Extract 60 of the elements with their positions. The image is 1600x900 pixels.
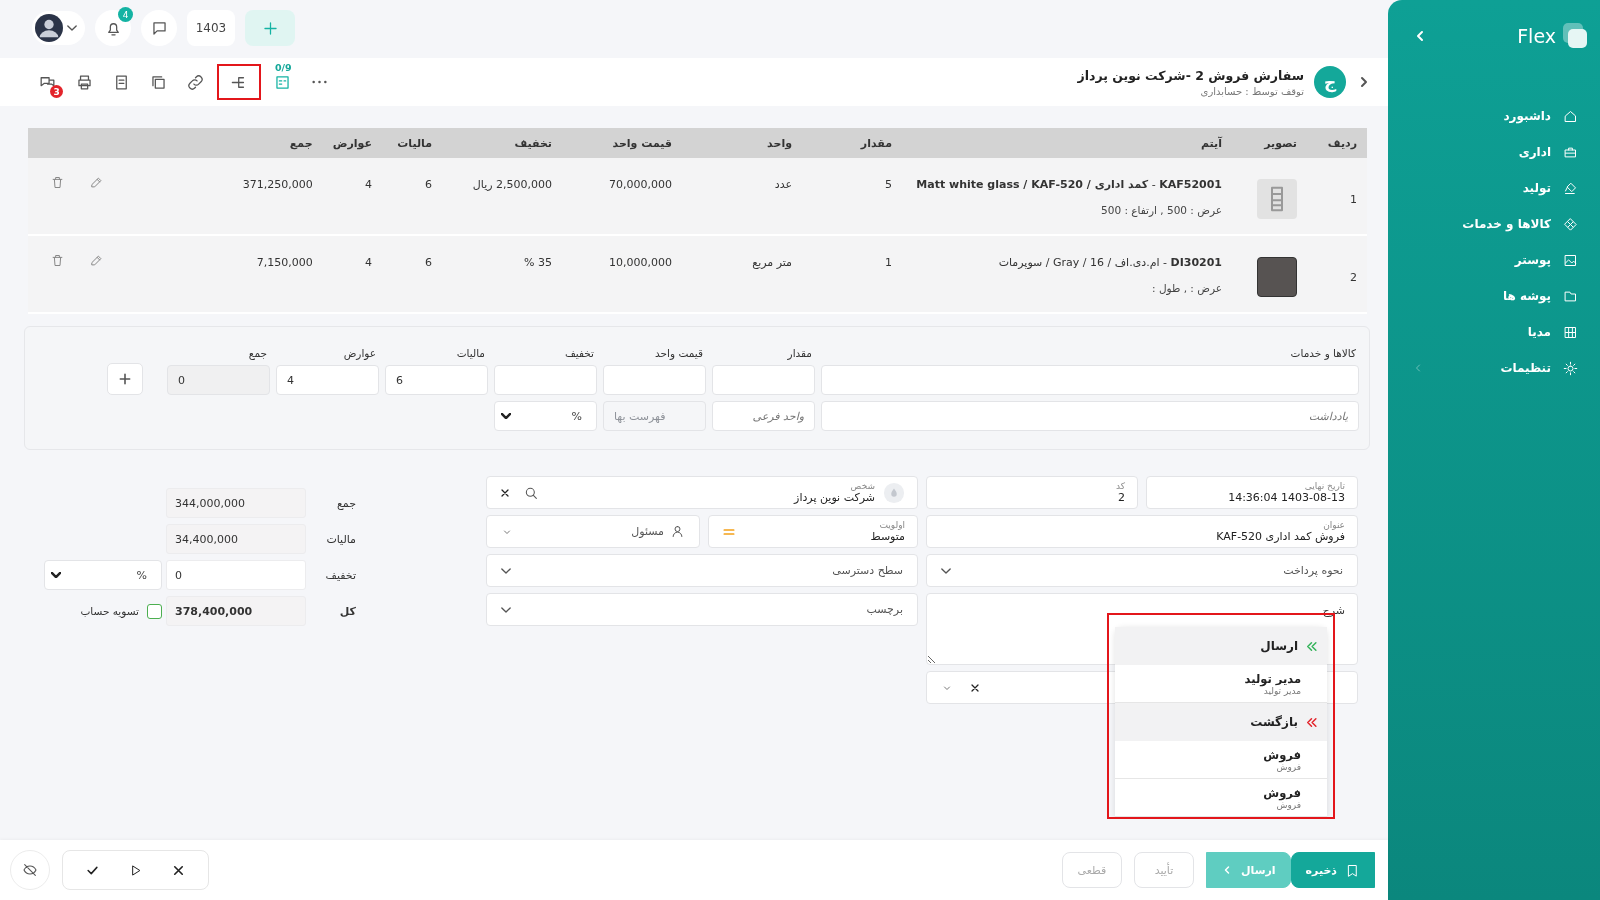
field-label: تخفیف <box>563 347 595 359</box>
table-cell: 4 <box>365 255 372 269</box>
column-header: قیمت واحد <box>612 136 672 150</box>
item-details: عرض : 500 , ارتفاع : 500 <box>1101 204 1222 216</box>
checkbox-label: تسویه حساب <box>80 605 139 617</box>
field-label: کد <box>1115 480 1125 491</box>
field-label: شخص <box>849 480 875 491</box>
field-value: 2 <box>1117 490 1125 505</box>
menu-group-title: ارسال <box>1260 639 1298 653</box>
count-badge: 3 <box>50 85 63 98</box>
table-cell: 35 % <box>524 255 552 269</box>
column-header: مقدار <box>860 136 892 150</box>
field-value: فروش کمد اداری KAF-520 <box>1215 529 1345 544</box>
field-value: شرکت نوین پرداز <box>792 490 875 505</box>
field-label: عوارض <box>342 347 377 359</box>
row-number: 1 <box>1350 192 1357 206</box>
column-header: مالیات <box>397 136 432 150</box>
page-title: سفارش فروش 2 -شرکت نوین پرداز <box>1077 67 1304 83</box>
table-cell: 70,000,000 <box>609 177 672 191</box>
field-label: اولویت <box>878 519 905 530</box>
column-header: تخفیف <box>514 136 552 150</box>
total-label: جمع <box>336 496 357 510</box>
table-cell: 6 <box>425 255 432 269</box>
table-cell: 10,000,000 <box>609 255 672 269</box>
column-header: آیتم <box>1200 136 1222 150</box>
avatar-letter: ج <box>1314 66 1346 98</box>
field-label: عنوان <box>1322 519 1345 530</box>
field-label: مقدار <box>786 347 813 359</box>
table-cell: متر مربع <box>752 255 792 269</box>
total-label: مالیات <box>325 532 357 546</box>
total-label: کل <box>338 604 357 618</box>
table-cell: 4 <box>365 177 372 191</box>
column-header: واحد <box>767 136 792 150</box>
brand-name: Flex <box>1517 25 1556 47</box>
column-header: جمع <box>289 136 313 150</box>
notification-count: 4 <box>118 7 133 22</box>
page-subtitle: توقف توسط : حسابداری <box>1199 85 1304 97</box>
table-cell: 6 <box>425 177 432 191</box>
menu-group-title: بازگشت <box>1250 715 1298 729</box>
table-cell: عدد <box>774 177 792 191</box>
total-label: تخفیف <box>324 568 357 582</box>
item-details: عرض : , طول : <box>1152 282 1222 294</box>
column-header: ردیف <box>1327 136 1357 150</box>
column-header: تصویر <box>1264 136 1297 150</box>
progress-count: 0/9 <box>275 62 292 73</box>
field-value: متوسط <box>869 529 905 544</box>
field-label: کالاها و خدمات <box>1289 347 1357 359</box>
field-placeholder: مسئول <box>631 525 664 538</box>
field-value: 1403-08-13 14:36:04 <box>1227 490 1345 505</box>
table-cell: 7,150,000 <box>256 255 313 269</box>
field-label: جمع <box>247 347 268 359</box>
field-label: مالیات <box>455 347 486 359</box>
column-header: عوارض <box>332 136 372 150</box>
table-cell: 2,500,000 ریال <box>472 177 552 191</box>
table-cell: 371,250,000 <box>242 177 313 191</box>
table-cell: 1 <box>885 255 892 269</box>
row-number: 2 <box>1350 270 1357 284</box>
table-cell: 5 <box>885 177 892 191</box>
field-label: تاریخ نهایی <box>1303 480 1345 491</box>
field-label: قیمت واحد <box>654 347 704 359</box>
